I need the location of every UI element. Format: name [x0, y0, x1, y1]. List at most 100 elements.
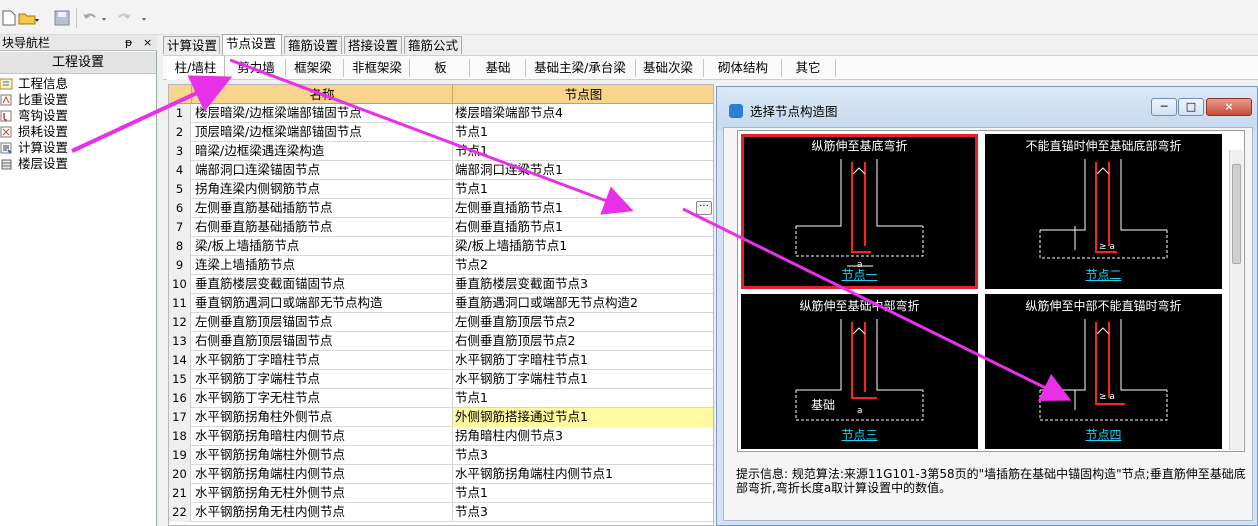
row-name-cell: 水平钢筋拐角端柱外侧节点 [192, 446, 453, 465]
row-node-cell[interactable]: 拐角暗柱内侧节点3 [453, 427, 713, 446]
row-node-cell[interactable]: 端部洞口连梁节点1 [453, 161, 713, 180]
row-node-cell[interactable]: 节点1 [453, 180, 713, 199]
table-row[interactable]: 7 右侧垂直筋基础插筋节点 右侧垂直插筋节点1 [169, 218, 713, 237]
node-thumbnail-2[interactable]: 不能直锚时伸至基础底部弯折 ≥ a 节点二 [985, 134, 1222, 289]
row-node-cell[interactable]: 节点1 [453, 142, 713, 161]
row-name-cell: 水平钢筋丁字端柱节点 [192, 370, 453, 389]
node-label-link[interactable]: 节点三 [741, 426, 978, 443]
nav-item-label: 楼层设置 [18, 156, 69, 171]
node-thumbnail-1[interactable]: 纵筋伸至基底弯折 a 节点一 [741, 134, 978, 289]
row-number: 7 [169, 218, 191, 237]
tab-stirrup-formula[interactable]: 箍筋公式 [404, 36, 462, 54]
table-row[interactable]: 6 左侧垂直筋基础插筋节点 左侧垂直插筋节点1 [169, 199, 713, 218]
dialog-close-button[interactable]: × [1206, 98, 1252, 116]
hook-icon [0, 110, 12, 122]
subtab-frame-beam[interactable]: 框架梁 [289, 56, 337, 80]
table-row[interactable]: 1 楼层暗梁/边框梁端部锚固节点 楼层暗梁端部节点4 [169, 104, 713, 123]
subtab-foundation-secondary-beam[interactable]: 基础次梁 [639, 56, 697, 80]
table-row[interactable]: 4 端部洞口连梁锚固节点 端部洞口连梁节点1 [169, 161, 713, 180]
node-label-link[interactable]: 节点四 [985, 426, 1222, 443]
row-node-cell[interactable]: 水平钢筋拐角端柱内侧节点1 [453, 465, 713, 484]
tab-calc-settings[interactable]: 计算设置 [163, 36, 220, 54]
tab-lap-settings[interactable]: 搭接设置 [344, 36, 402, 54]
table-row[interactable]: 3 暗梁/边框梁遇连梁构造 节点1 [169, 142, 713, 161]
row-node-cell[interactable]: 节点3 [453, 446, 713, 465]
node-label-link[interactable]: 节点一 [741, 266, 978, 283]
table-row[interactable]: 20 水平钢筋拐角端柱内侧节点 水平钢筋拐角端柱内侧节点1 [169, 465, 713, 484]
minimize-button[interactable]: ─ [1151, 98, 1177, 116]
row-number: 3 [169, 142, 191, 161]
maximize-button[interactable]: □ [1178, 98, 1204, 116]
tab-node-settings[interactable]: 节点设置 [222, 34, 282, 55]
row-node-cell[interactable]: 垂直筋遇洞口或端部无节点构造2 [453, 294, 713, 313]
subtab-other[interactable]: 其它 [785, 56, 831, 80]
table-row[interactable]: 21 水平钢筋拐角无柱外侧节点 节点1 [169, 484, 713, 503]
row-name-cell: 连梁上墙插筋节点 [192, 256, 453, 275]
nav-panel-title: 块导航栏 [0, 35, 157, 51]
node-picker-ellipsis-button[interactable]: ··· [696, 201, 712, 215]
row-node-cell[interactable]: 右侧垂直筋顶层节点2 [453, 332, 713, 351]
row-node-cell[interactable]: 节点3 [453, 503, 713, 522]
row-node-cell[interactable]: 楼层暗梁端部节点4 [453, 104, 713, 123]
row-node-cell[interactable]: 左侧垂直插筋节点1 [453, 199, 713, 218]
subtab-non-frame-beam[interactable]: 非框架梁 [347, 56, 407, 80]
row-node-cell[interactable]: 节点1 [453, 484, 713, 503]
subtab-slab[interactable]: 板 [413, 56, 468, 80]
row-node-cell[interactable]: 梁/板上墙插筋节点1 [453, 237, 713, 256]
table-row[interactable]: 17 水平钢筋拐角柱外侧节点 外侧钢筋搭接通过节点1 [169, 408, 713, 427]
open-folder-icon[interactable] [18, 10, 40, 26]
table-row[interactable]: 18 水平钢筋拐角暗柱内侧节点 拐角暗柱内侧节点3 [169, 427, 713, 446]
row-node-cell[interactable]: 水平钢筋丁字暗柱节点1 [453, 351, 713, 370]
table-row[interactable]: 16 水平钢筋丁字无柱节点 节点1 [169, 389, 713, 408]
table-row[interactable]: 15 水平钢筋丁字端柱节点 水平钢筋丁字端柱节点1 [169, 370, 713, 389]
row-node-cell[interactable]: 垂直筋楼层变截面节点3 [453, 275, 713, 294]
table-row[interactable]: 12 左侧垂直筋顶层锚固节点 左侧垂直筋顶层节点2 [169, 313, 713, 332]
node-label-link[interactable]: 节点二 [985, 266, 1222, 283]
row-number: 21 [169, 484, 191, 503]
row-name-cell: 垂直钢筋遇洞口或端部无节点构造 [192, 294, 453, 313]
subtab-foundation[interactable]: 基础 [473, 56, 523, 80]
row-name-cell: 左侧垂直筋基础插筋节点 [192, 199, 453, 218]
table-row[interactable]: 9 连梁上墙插筋节点 节点2 [169, 256, 713, 275]
nav-group-project-settings[interactable]: 工程设置 [0, 52, 156, 74]
scrollbar-thumb[interactable] [1232, 164, 1241, 264]
save-icon[interactable] [54, 10, 70, 26]
row-node-cell[interactable]: 左侧垂直筋顶层节点2 [453, 313, 713, 332]
subtab-column-wall-column[interactable]: 柱/墙柱 [167, 56, 225, 80]
calc-icon [0, 142, 12, 154]
subtab-masonry[interactable]: 砌体结构 [707, 56, 779, 80]
undo-icon[interactable] [82, 10, 110, 26]
row-number: 1 [169, 104, 191, 123]
row-number: 10 [169, 275, 191, 294]
row-node-cell[interactable]: 节点1 [453, 123, 713, 142]
node-thumbnail-3[interactable]: 纵筋伸至基础中部弯折 基础 a 节点三 [741, 294, 978, 449]
row-name-cell: 垂直筋楼层变截面锚固节点 [192, 275, 453, 294]
table-row[interactable]: 5 拐角连梁内侧钢筋节点 节点1 [169, 180, 713, 199]
table-row[interactable]: 11 垂直钢筋遇洞口或端部无节点构造 垂直筋遇洞口或端部无节点构造2 [169, 294, 713, 313]
subtab-foundation-main-beam[interactable]: 基础主梁/承台梁 [529, 56, 631, 80]
redo-icon[interactable] [114, 10, 150, 26]
row-node-cell[interactable]: 节点2 [453, 256, 713, 275]
grid-corner [169, 85, 192, 104]
pin-icon[interactable]: ᵽ [125, 35, 132, 51]
nav-item-label: 比重设置 [18, 92, 69, 107]
row-name-cell: 右侧垂直筋基础插筋节点 [192, 218, 453, 237]
row-node-cell[interactable]: 水平钢筋丁字端柱节点1 [453, 370, 713, 389]
table-row[interactable]: 13 右侧垂直筋顶层锚固节点 右侧垂直筋顶层节点2 [169, 332, 713, 351]
tab-stirrup-settings[interactable]: 箍筋设置 [284, 36, 342, 54]
node-thumbnail-4[interactable]: 纵筋伸至中部不能直锚时弯折 ≥ a 节点四 [985, 294, 1222, 449]
table-row[interactable]: 2 顶层暗梁/边框梁端部锚固节点 节点1 [169, 123, 713, 142]
table-row[interactable]: 8 梁/板上墙插筋节点 梁/板上墙插筋节点1 [169, 237, 713, 256]
row-node-cell[interactable]: 外侧钢筋搭接通过节点1 [453, 408, 713, 427]
row-node-cell[interactable]: 右侧垂直插筋节点1 [453, 218, 713, 237]
close-icon[interactable]: × [143, 35, 152, 51]
subtab-shear-wall[interactable]: 剪力墙 [231, 56, 281, 80]
table-row[interactable]: 10 垂直筋楼层变截面锚固节点 垂直筋楼层变截面节点3 [169, 275, 713, 294]
thumbnail-scrollbar[interactable] [1229, 150, 1243, 450]
row-node-cell[interactable]: 节点1 [453, 389, 713, 408]
table-row[interactable]: 14 水平钢筋丁字暗柱节点 水平钢筋丁字暗柱节点1 [169, 351, 713, 370]
table-row[interactable]: 19 水平钢筋拐角端柱外侧节点 节点3 [169, 446, 713, 465]
new-file-icon[interactable] [2, 10, 16, 26]
row-number: 15 [169, 370, 191, 389]
table-row[interactable]: 22 水平钢筋拐角无柱内侧节点 节点3 [169, 503, 713, 522]
